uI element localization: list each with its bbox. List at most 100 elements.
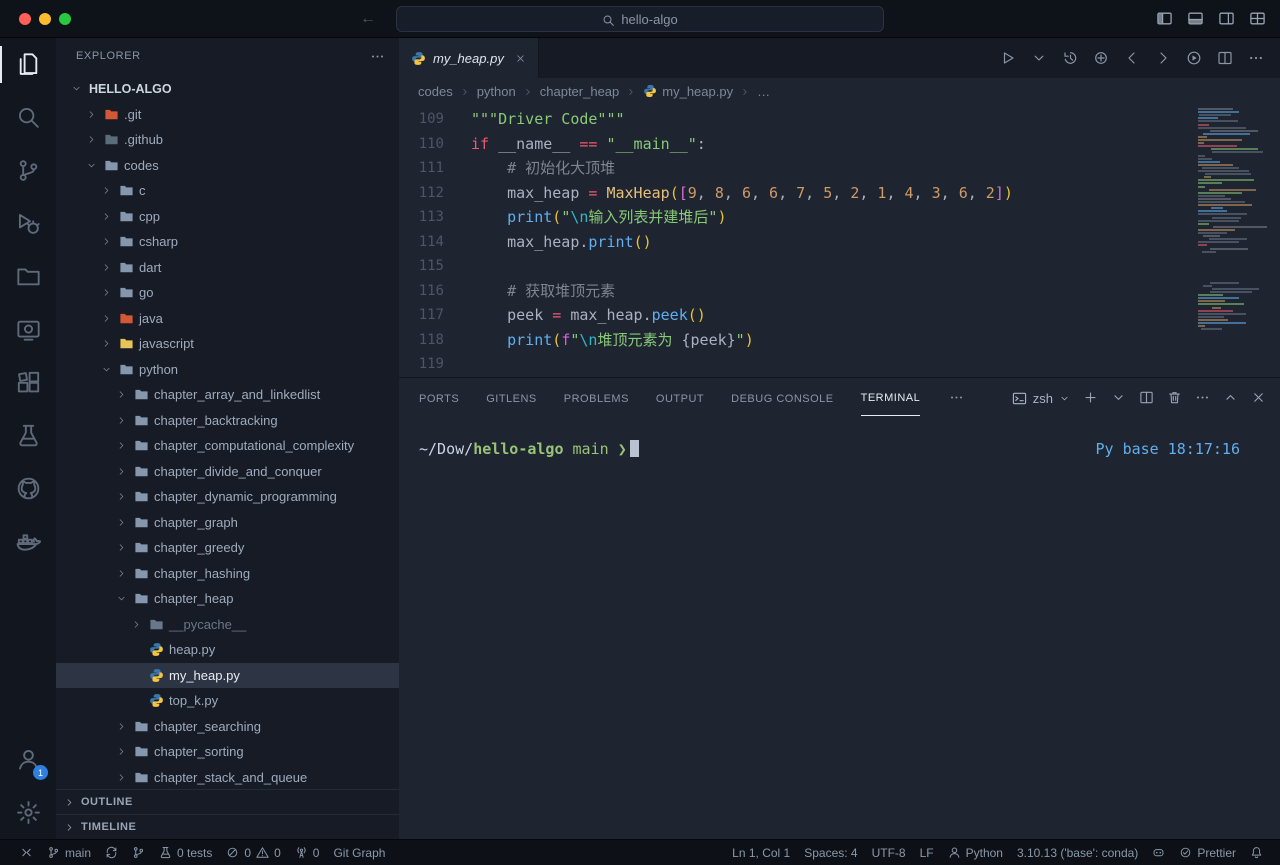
split-editor-icon[interactable]	[1217, 49, 1233, 67]
terminal[interactable]: ~/Dow/hello-algo main ❯ Py base 18:17:16	[399, 418, 1280, 839]
code-line-119[interactable]: 119	[399, 352, 1280, 377]
tree-item-java[interactable]: java	[56, 306, 399, 332]
status-notifications[interactable]	[1243, 840, 1270, 865]
breadcrumb-item[interactable]: python	[477, 84, 516, 99]
tree-item-chapter-array-and-linkedlist[interactable]: chapter_array_and_linkedlist	[56, 382, 399, 408]
code-line-118[interactable]: 118 print(f"\n堆顶元素为 {peek}")	[399, 328, 1280, 353]
breadcrumb-item[interactable]: …	[757, 84, 770, 99]
run-dropdown-icon[interactable]	[1031, 49, 1047, 67]
tree-item-c[interactable]: c	[56, 178, 399, 204]
tree-item-chapter-backtracking[interactable]: chapter_backtracking	[56, 408, 399, 434]
status-eol[interactable]: LF	[913, 840, 941, 865]
activity-extensions-button[interactable]	[0, 356, 56, 409]
timeline-section[interactable]: TIMELINE	[56, 814, 399, 839]
status-feedback[interactable]: 0	[288, 840, 327, 865]
minimap[interactable]	[1196, 106, 1268, 377]
code-line-114[interactable]: 114 max_heap.print()	[399, 230, 1280, 255]
panel-tabs-more-icon[interactable]	[949, 389, 964, 407]
status-git-compare[interactable]	[125, 840, 152, 865]
launch-profile-dropdown-icon[interactable]	[1111, 389, 1126, 407]
tree-item-chapter-stack-and-queue[interactable]: chapter_stack_and_queue	[56, 765, 399, 790]
code-line-109[interactable]: 109"""Driver Code"""	[399, 107, 1280, 132]
tree-item-chapter-graph[interactable]: chapter_graph	[56, 510, 399, 536]
status-problems[interactable]: 00	[219, 840, 287, 865]
code-line-111[interactable]: 111 # 初始化大顶堆	[399, 156, 1280, 181]
panel-tab-gitlens[interactable]: GITLENS	[486, 381, 537, 416]
previous-change-icon[interactable]	[1124, 49, 1140, 67]
status-copilot[interactable]	[1145, 840, 1172, 865]
status-cursor-position[interactable]: Ln 1, Col 1	[725, 840, 797, 865]
tab-my-heap-py[interactable]: my_heap.py	[399, 38, 539, 78]
panel-tab-terminal[interactable]: TERMINAL	[861, 380, 921, 416]
tree-item-chapter-computational-complexity[interactable]: chapter_computational_complexity	[56, 433, 399, 459]
tree-item--github[interactable]: .github	[56, 127, 399, 153]
tree-item-python[interactable]: python	[56, 357, 399, 383]
tree-item--pycache-[interactable]: __pycache__	[56, 612, 399, 638]
status-tests[interactable]: 0 tests	[152, 840, 219, 865]
zoom-window-button[interactable]	[59, 13, 71, 25]
code-editor[interactable]: 109"""Driver Code"""110if __name__ == "_…	[399, 104, 1280, 377]
tree-item-csharp[interactable]: csharp	[56, 229, 399, 255]
code-line-112[interactable]: 112 max_heap = MaxHeap([9, 8, 6, 6, 7, 5…	[399, 181, 1280, 206]
run-python-icon[interactable]	[1000, 49, 1016, 67]
tree-item-top-k-py[interactable]: top_k.py	[56, 688, 399, 714]
activity-testing-button[interactable]	[0, 409, 56, 462]
tree-item-codes[interactable]: codes	[56, 153, 399, 179]
activity-project-manager-button[interactable]	[0, 250, 56, 303]
code-line-113[interactable]: 113 print("\n输入列表并建堆后")	[399, 205, 1280, 230]
status-prettier[interactable]: Prettier	[1172, 840, 1243, 865]
tree-item-cpp[interactable]: cpp	[56, 204, 399, 230]
status-remote-indicator[interactable]	[13, 840, 40, 865]
toggle-panel-button[interactable]	[1187, 10, 1204, 28]
activity-source-control-button[interactable]	[0, 144, 56, 197]
run-or-debug-icon[interactable]	[1186, 49, 1202, 67]
terminal-more-actions-icon[interactable]	[1195, 389, 1210, 407]
tree-item-heap-py[interactable]: heap.py	[56, 637, 399, 663]
activity-explorer-button[interactable]	[0, 38, 56, 91]
breadcrumb-item[interactable]: my_heap.py	[643, 84, 733, 99]
activity-run-and-debug-button[interactable]	[0, 197, 56, 250]
status-git-sync[interactable]	[98, 840, 125, 865]
minimize-window-button[interactable]	[39, 13, 51, 25]
code-line-115[interactable]: 115	[399, 254, 1280, 279]
open-changes-icon[interactable]	[1093, 49, 1109, 67]
close-panel-icon[interactable]	[1251, 389, 1266, 407]
tree-item-chapter-heap[interactable]: chapter_heap	[56, 586, 399, 612]
tree-item-go[interactable]: go	[56, 280, 399, 306]
nav-back-icon[interactable]: ←	[360, 10, 376, 28]
explorer-more-actions[interactable]	[370, 49, 385, 64]
status-encoding[interactable]: UTF-8	[865, 840, 913, 865]
next-change-icon[interactable]	[1155, 49, 1171, 67]
customize-layout-button[interactable]	[1249, 10, 1266, 28]
toggle-primary-sidebar-button[interactable]	[1156, 10, 1173, 28]
breadcrumb-item[interactable]: codes	[418, 84, 453, 99]
panel-tab-debug-console[interactable]: DEBUG CONSOLE	[731, 381, 833, 416]
activity-search-button[interactable]	[0, 91, 56, 144]
toggle-secondary-sidebar-button[interactable]	[1218, 10, 1235, 28]
status-indentation[interactable]: Spaces: 4	[797, 840, 864, 865]
view-timeline-icon[interactable]	[1062, 49, 1078, 67]
outline-section[interactable]: OUTLINE	[56, 789, 399, 814]
tree-item-chapter-sorting[interactable]: chapter_sorting	[56, 739, 399, 765]
tab-close-icon[interactable]	[515, 53, 526, 64]
maximize-panel-icon[interactable]	[1223, 389, 1238, 407]
breadcrumb-item[interactable]: chapter_heap	[540, 84, 620, 99]
tree-item-hello-algo[interactable]: HELLO-ALGO	[56, 76, 399, 102]
more-actions-icon[interactable]	[1248, 49, 1264, 67]
status-python-interpreter[interactable]: 3.10.13 ('base': conda)	[1010, 840, 1145, 865]
tree-item-dart[interactable]: dart	[56, 255, 399, 281]
close-window-button[interactable]	[19, 13, 31, 25]
new-terminal-icon[interactable]	[1083, 389, 1098, 407]
command-center-search[interactable]: hello-algo	[396, 6, 884, 32]
status-git-graph[interactable]: Git Graph	[326, 840, 392, 865]
kill-terminal-icon[interactable]	[1167, 389, 1182, 407]
activity-settings-button[interactable]	[0, 786, 56, 839]
activity-docker-button[interactable]	[0, 515, 56, 568]
activity-accounts-button[interactable]: 1	[0, 733, 56, 786]
tree-item-javascript[interactable]: javascript	[56, 331, 399, 357]
code-line-116[interactable]: 116 # 获取堆顶元素	[399, 279, 1280, 304]
tree-item-chapter-hashing[interactable]: chapter_hashing	[56, 561, 399, 587]
panel-tab-ports[interactable]: PORTS	[419, 381, 459, 416]
tree-item-chapter-searching[interactable]: chapter_searching	[56, 714, 399, 740]
split-terminal-icon[interactable]	[1139, 389, 1154, 407]
